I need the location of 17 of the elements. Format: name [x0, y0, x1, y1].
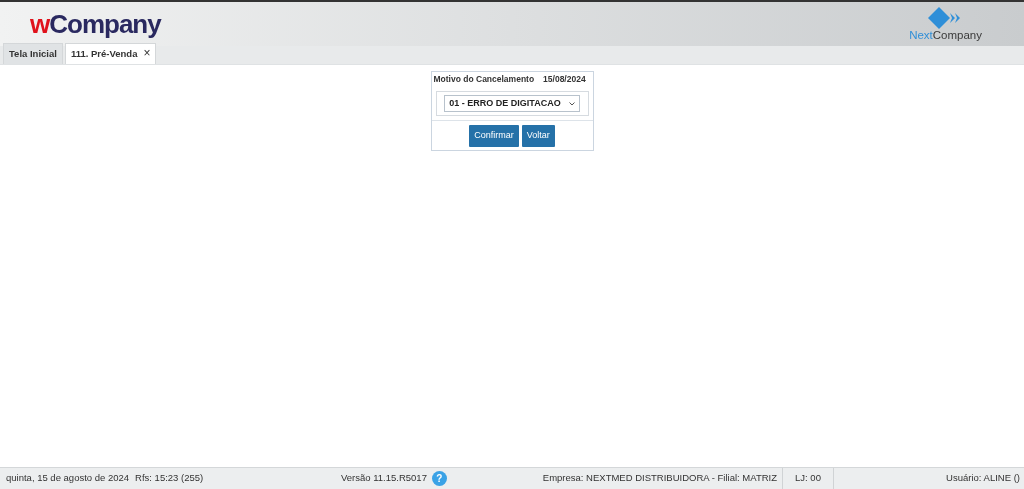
tab[interactable]: Tela Inicial: [3, 42, 63, 64]
store-label: LJ: 00: [795, 471, 821, 486]
dialog-title: Motivo do Cancelamento: [433, 73, 535, 86]
tab[interactable]: 111. Pré-Venda ×: [64, 42, 157, 64]
refresh-info: Rfs: 15:23 (255): [135, 471, 204, 486]
user-label: Usuário: ALINE (): [945, 471, 1021, 486]
dialog-date: 15/08/2024: [543, 73, 586, 86]
reason-dropdown[interactable]: 01 - ERRO DE DIGITACAO: [444, 94, 580, 113]
brand-logo: NextCompany: [909, 6, 982, 42]
logo: wCompany: [30, 7, 161, 41]
close-icon[interactable]: ×: [143, 49, 151, 59]
dialog-button[interactable]: Voltar: [521, 125, 555, 147]
version-label: Versão 11.15.R5017: [341, 471, 427, 486]
company-info: Empresa: NEXTMED DISTRIBUIDORA - Filial: MATRIZ: [541, 471, 778, 486]
caret-icon: [568, 101, 575, 106]
dialog-button[interactable]: Confirmar: [469, 125, 519, 147]
status-date: quinta, 15 de agosto de 2024: [6, 471, 130, 486]
